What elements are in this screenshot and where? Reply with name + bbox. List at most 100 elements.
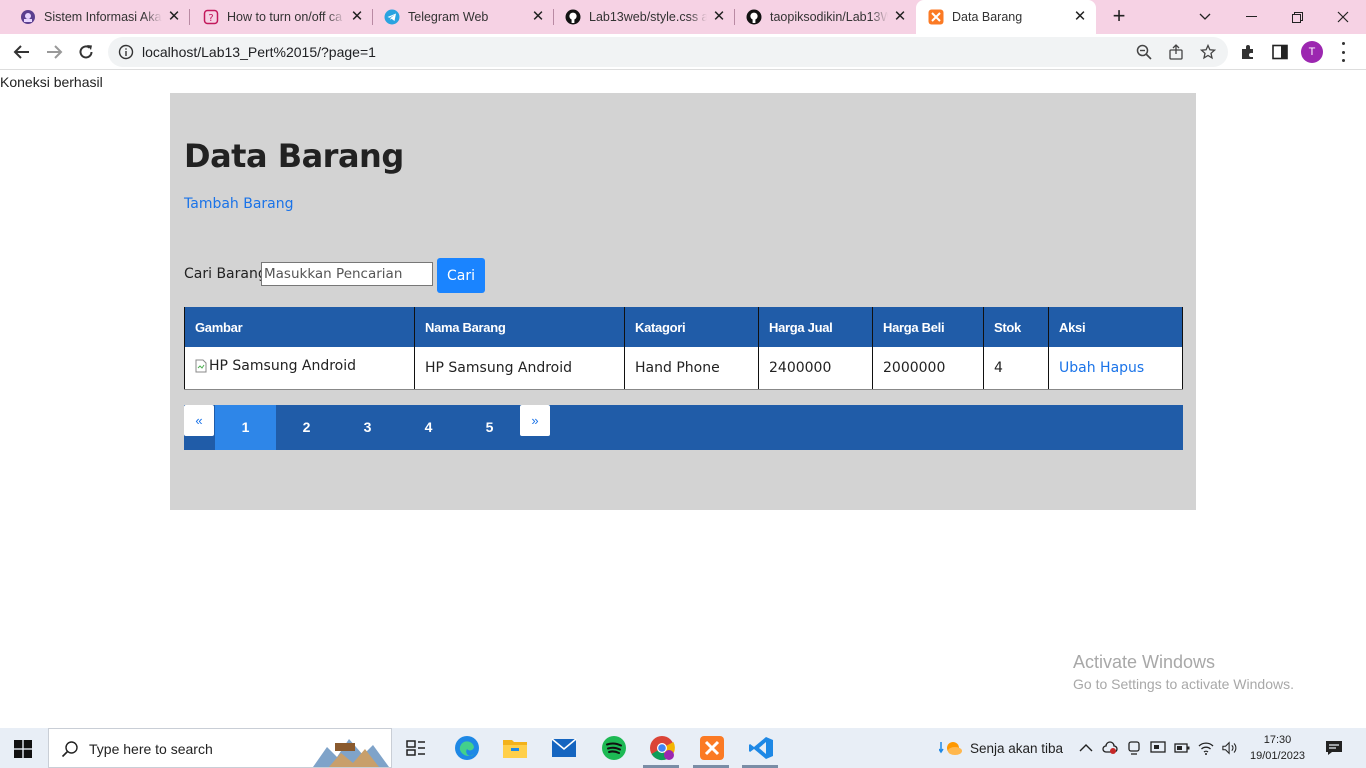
taskbar-clock[interactable]: 17:30 19/01/2023 xyxy=(1250,732,1305,764)
tab-data-barang[interactable]: Data Barang ✕ xyxy=(916,0,1096,34)
chrome-icon[interactable] xyxy=(648,734,676,762)
column-header-harga-jual: Harga Jual xyxy=(758,307,873,347)
tab-title: taopiksodikin/Lab13W xyxy=(770,10,888,24)
url-text: localhost/Lab13_Pert%2015/?page=1 xyxy=(142,44,376,60)
vscode-icon[interactable] xyxy=(747,734,775,762)
column-header-stok: Stok xyxy=(983,307,1049,347)
volume-icon[interactable] xyxy=(1222,740,1238,756)
cell-aksi: Ubah Hapus xyxy=(1048,347,1183,390)
spotify-icon[interactable] xyxy=(600,734,628,762)
product-image-alt: HP Samsung Android xyxy=(209,358,357,375)
wifi-icon[interactable] xyxy=(1198,740,1214,756)
new-tab-button[interactable]: + xyxy=(1108,5,1130,28)
battery-icon[interactable] xyxy=(1174,740,1190,756)
tab-title: Lab13web/style.css at xyxy=(589,10,707,24)
edit-link[interactable]: Ubah xyxy=(1059,360,1096,376)
cell-nama: HP Samsung Android xyxy=(414,347,625,390)
profile-avatar[interactable]: T xyxy=(1301,41,1323,63)
browser-tab-strip: Sistem Informasi Akad ✕ ? How to turn on… xyxy=(0,0,1366,34)
tab-search-icon[interactable] xyxy=(1182,0,1228,34)
svg-text:?: ? xyxy=(208,13,213,24)
tab-taopiksodikin[interactable]: taopiksodikin/Lab13W ✕ xyxy=(726,0,916,34)
github-icon xyxy=(565,9,581,25)
share-icon[interactable] xyxy=(1168,44,1184,60)
column-header-nama: Nama Barang xyxy=(414,307,625,347)
pagination-page-5[interactable]: 5 xyxy=(459,405,520,450)
watermark-title: Activate Windows xyxy=(1073,652,1216,672)
taskbar-search-box[interactable]: Type here to search xyxy=(48,728,392,768)
search-button[interactable]: Cari xyxy=(437,258,485,293)
close-tab-icon[interactable]: ✕ xyxy=(711,9,727,25)
connection-status: Koneksi berhasil xyxy=(0,74,103,90)
weather-icon[interactable] xyxy=(938,740,964,756)
pagination-page-3[interactable]: 3 xyxy=(337,405,398,450)
chevron-up-icon[interactable] xyxy=(1078,740,1094,756)
extensions-puzzle-icon[interactable] xyxy=(1239,43,1257,61)
tab-title: Data Barang xyxy=(952,10,1023,24)
file-explorer-icon[interactable] xyxy=(501,734,529,762)
cell-stok: 4 xyxy=(983,347,1049,390)
info-icon[interactable] xyxy=(118,44,134,60)
windows-start-icon[interactable] xyxy=(14,740,32,758)
bookmark-star-icon[interactable] xyxy=(1200,44,1216,60)
windows-taskbar: Type here to search Senja akan tiba 17:3… xyxy=(0,728,1366,768)
xampp-taskbar-icon[interactable] xyxy=(698,734,726,762)
main-container: Data Barang Tambah Barang Cari Barang Ca… xyxy=(170,93,1196,510)
cell-kategori: Hand Phone xyxy=(624,347,759,390)
restore-icon[interactable] xyxy=(1274,0,1320,34)
address-bar[interactable]: localhost/Lab13_Pert%2015/?page=1 xyxy=(108,37,1228,67)
column-header-harga-beli: Harga Beli xyxy=(872,307,984,347)
question-page-icon: ? xyxy=(203,9,219,25)
notification-icon[interactable] xyxy=(1325,740,1343,756)
pagination-prev[interactable]: « xyxy=(184,405,214,436)
mail-icon[interactable] xyxy=(550,734,578,762)
pagination-next[interactable]: » xyxy=(520,405,550,436)
cell-gambar: HP Samsung Android xyxy=(184,347,415,390)
close-window-icon[interactable] xyxy=(1320,0,1366,34)
back-arrow-icon[interactable] xyxy=(9,39,35,65)
minimize-icon[interactable] xyxy=(1228,0,1274,34)
search-icon xyxy=(61,741,78,758)
items-table: Gambar Nama Barang Katagori Harga Jual H… xyxy=(184,307,1183,390)
taskbar-search-placeholder: Type here to search xyxy=(89,741,213,757)
university-icon xyxy=(20,9,36,25)
xampp-icon xyxy=(928,9,944,25)
browser-toolbar: localhost/Lab13_Pert%2015/?page=1 T xyxy=(0,34,1366,70)
pagination-page-4[interactable]: 4 xyxy=(398,405,459,450)
browser-menu-icon[interactable] xyxy=(1340,42,1346,62)
activate-windows-watermark: Activate Windows Go to Settings to activ… xyxy=(1073,652,1294,692)
github-icon xyxy=(746,9,762,25)
search-highlight-illustration xyxy=(313,739,389,767)
cloud-sync-icon[interactable] xyxy=(1102,740,1118,756)
search-input[interactable] xyxy=(261,262,433,286)
weather-text[interactable]: Senja akan tiba xyxy=(970,741,1063,756)
display-icon[interactable] xyxy=(1150,740,1166,756)
edge-icon[interactable] xyxy=(453,734,481,762)
watermark-subtitle: Go to Settings to activate Windows. xyxy=(1073,676,1294,692)
pagination-page-2[interactable]: 2 xyxy=(276,405,337,450)
tab-lab13web-style[interactable]: Lab13web/style.css at ✕ xyxy=(545,0,735,34)
tab-sistem-informasi[interactable]: Sistem Informasi Akad ✕ xyxy=(0,0,190,34)
delete-link[interactable]: Hapus xyxy=(1100,360,1144,376)
clock-time: 17:30 xyxy=(1263,734,1292,746)
close-tab-icon[interactable]: ✕ xyxy=(892,9,908,25)
product-image: HP Samsung Android xyxy=(195,358,356,374)
tab-title: Sistem Informasi Akad xyxy=(44,10,162,24)
close-tab-icon[interactable]: ✕ xyxy=(166,9,182,25)
tab-how-to-turn-on[interactable]: ? How to turn on/off ca ✕ xyxy=(183,0,373,34)
pagination: « 1 2 3 4 5 » xyxy=(184,405,1183,450)
close-tab-icon[interactable]: ✕ xyxy=(530,9,546,25)
side-panel-icon[interactable] xyxy=(1271,43,1289,61)
task-view-icon[interactable] xyxy=(402,734,430,762)
broken-image-icon xyxy=(195,359,207,373)
tab-telegram[interactable]: Telegram Web ✕ xyxy=(364,0,554,34)
zoom-icon[interactable] xyxy=(1136,44,1152,60)
add-item-link[interactable]: Tambah Barang xyxy=(184,196,294,212)
meet-now-icon[interactable] xyxy=(1126,740,1142,756)
close-tab-icon[interactable]: ✕ xyxy=(349,9,365,25)
table-header-row: Gambar Nama Barang Katagori Harga Jual H… xyxy=(184,307,1183,347)
forward-arrow-icon[interactable] xyxy=(41,39,67,65)
pagination-page-1[interactable]: 1 xyxy=(215,405,276,450)
reload-icon[interactable] xyxy=(73,39,99,65)
close-tab-icon[interactable]: ✕ xyxy=(1072,9,1088,25)
